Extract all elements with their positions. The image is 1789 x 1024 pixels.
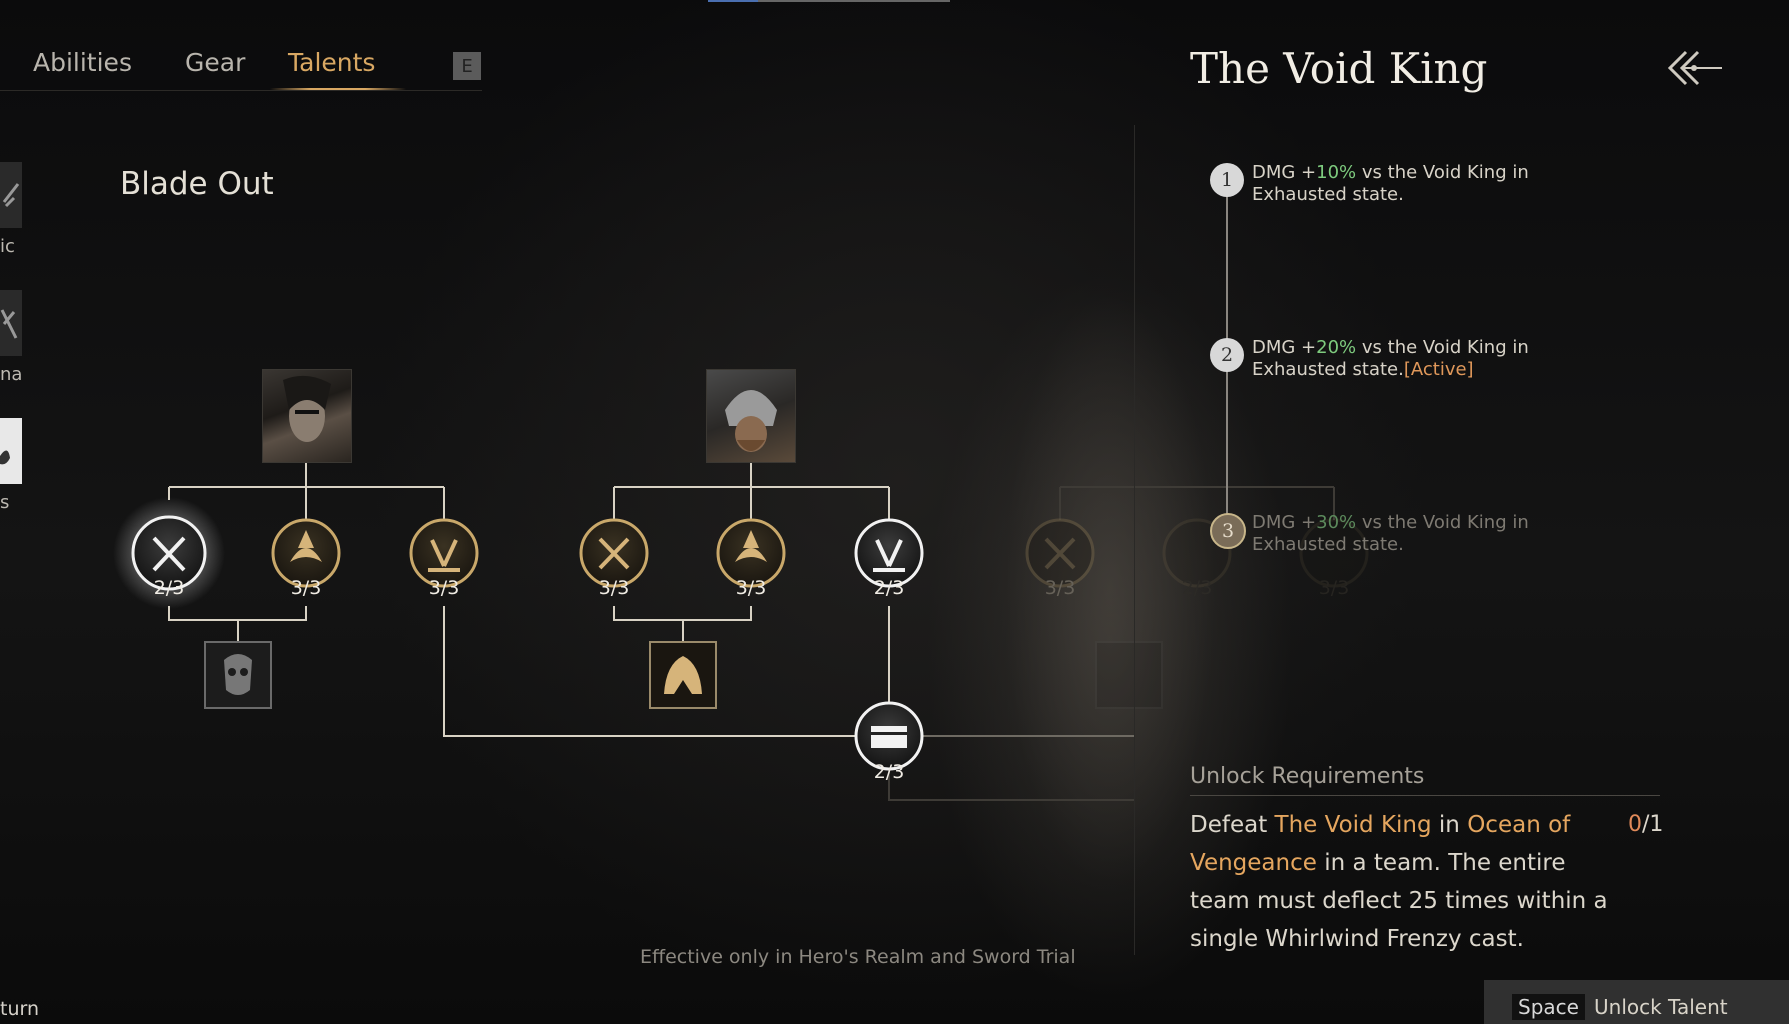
tier-number-badge: 3 (1210, 513, 1246, 549)
effect-footnote: Effective only in Hero's Realm and Sword… (640, 946, 1076, 968)
unlock-talent-label: Unlock Talent (1594, 995, 1728, 1019)
boss-name: The Void King (1274, 812, 1432, 838)
warrior-face-icon (283, 375, 331, 442)
tier-number-badge: 2 (1210, 338, 1244, 372)
node-level-label-locked: 2/3 (1181, 577, 1213, 599)
helmeted-warrior-icon (725, 390, 777, 452)
node-level-label: 3/3 (428, 577, 460, 599)
talent-node-treasure-chest[interactable] (854, 701, 924, 771)
back-arrow-icon (1667, 50, 1722, 86)
treasure-chest-icon (871, 726, 907, 748)
node-level-label: 2/3 (873, 761, 905, 783)
space-key-hint: Space (1512, 994, 1585, 1020)
talent-node-locked-square[interactable] (1095, 641, 1163, 709)
unlock-requirements-title: Unlock Requirements (1190, 764, 1425, 789)
tier-description-1: DMG +10% vs the Void King in Exhausted s… (1252, 162, 1529, 205)
boss-talent-title: The Void King (1190, 44, 1488, 93)
hero-portrait-dark-haired (262, 369, 352, 463)
unlock-talent-button[interactable]: Space Unlock Talent (1484, 980, 1789, 1024)
node-level-label: 2/3 (873, 577, 905, 599)
tier-description-3: DMG +30% vs the Void King in Exhausted s… (1252, 512, 1529, 555)
talent-node-war-helm[interactable] (649, 641, 717, 709)
node-level-label: 3/3 (735, 577, 767, 599)
hero-portrait-helmeted (706, 369, 796, 463)
skull-mask-icon (224, 654, 252, 695)
panel-divider (1134, 125, 1135, 955)
requirement-progress: 0/1 (1628, 812, 1664, 837)
active-tag: [Active] (1403, 359, 1474, 380)
talent-node-skull-mask[interactable] (204, 641, 272, 709)
node-level-label-locked: 3/3 (1044, 577, 1076, 599)
return-hint[interactable]: turn (0, 998, 39, 1020)
node-level-label: 2/3 (153, 577, 185, 599)
requirements-divider (1190, 795, 1660, 796)
tier-description-2: DMG +20% vs the Void King in Exhausted s… (1252, 337, 1529, 380)
node-level-label: 3/3 (598, 577, 630, 599)
back-button[interactable] (1664, 44, 1724, 90)
tier-number-badge: 1 (1210, 163, 1244, 197)
unlock-requirements-text: Defeat The Void King in Ocean of Vengean… (1190, 812, 1608, 952)
node-level-label-locked: 3/3 (1318, 577, 1350, 599)
node-level-label: 3/3 (290, 577, 322, 599)
